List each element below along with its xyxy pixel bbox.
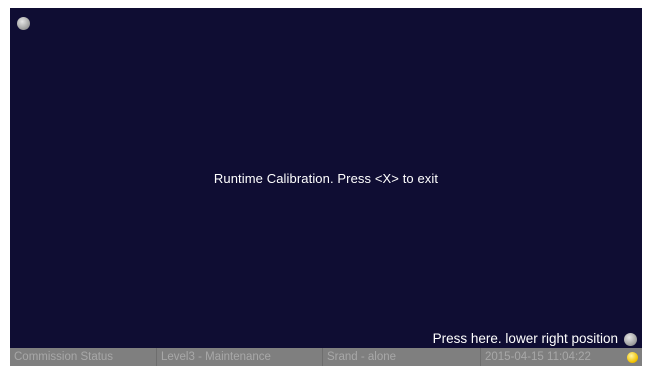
datetime-cell: 2015-04-15 11:04:22 xyxy=(481,348,642,366)
access-level: Level3 - Maintenance xyxy=(157,348,323,366)
calibration-point-top-left-icon[interactable] xyxy=(17,17,30,30)
status-lamp-icon xyxy=(627,351,638,363)
status-bar: Commission Status Level3 - Maintenance S… xyxy=(10,348,642,366)
commission-status: Commission Status xyxy=(10,348,157,366)
calibration-point-bottom-right-icon[interactable] xyxy=(624,333,637,346)
operation-mode: Srand - alone xyxy=(323,348,481,366)
calibration-screen[interactable]: Runtime Calibration. Press <X> to exit P… xyxy=(10,8,642,366)
datetime-text: 2015-04-15 11:04:22 xyxy=(485,351,591,363)
calibration-message: Runtime Calibration. Press <X> to exit xyxy=(213,171,439,186)
lower-right-hint: Press here. lower right position xyxy=(432,331,618,346)
